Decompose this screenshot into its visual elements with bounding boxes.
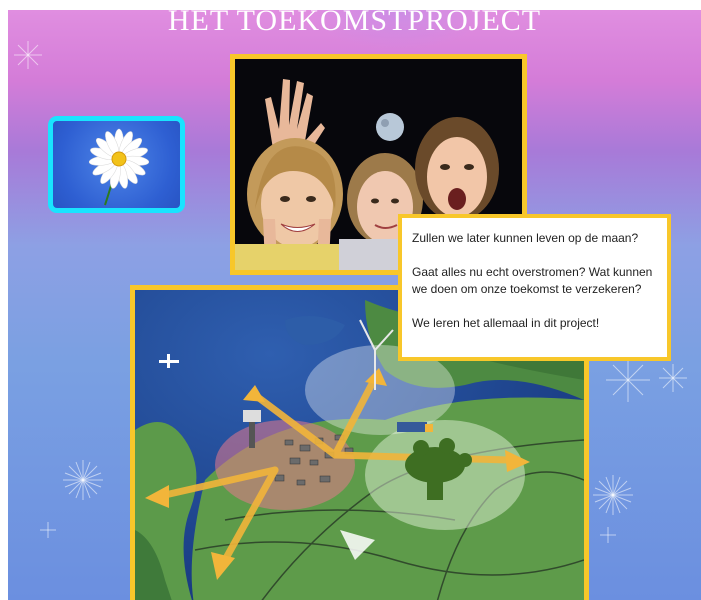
page-stage: HET TOEKOMSTPROJECT Zullen we later kunn… [8,10,701,600]
daisy-flower-icon [88,128,150,206]
info-textbox: Zullen we later kunnen leven op de maan?… [398,214,671,361]
info-question-flooding: Gaat alles nu echt overstromen? Wat kunn… [412,265,653,296]
daisy-thumbnail[interactable] [48,116,185,213]
info-statement-project: We leren het allemaal in dit project! [412,316,600,330]
page-title: HET TOEKOMSTPROJECT [167,10,542,37]
info-question-moon: Zullen we later kunnen leven op de maan? [412,231,639,245]
